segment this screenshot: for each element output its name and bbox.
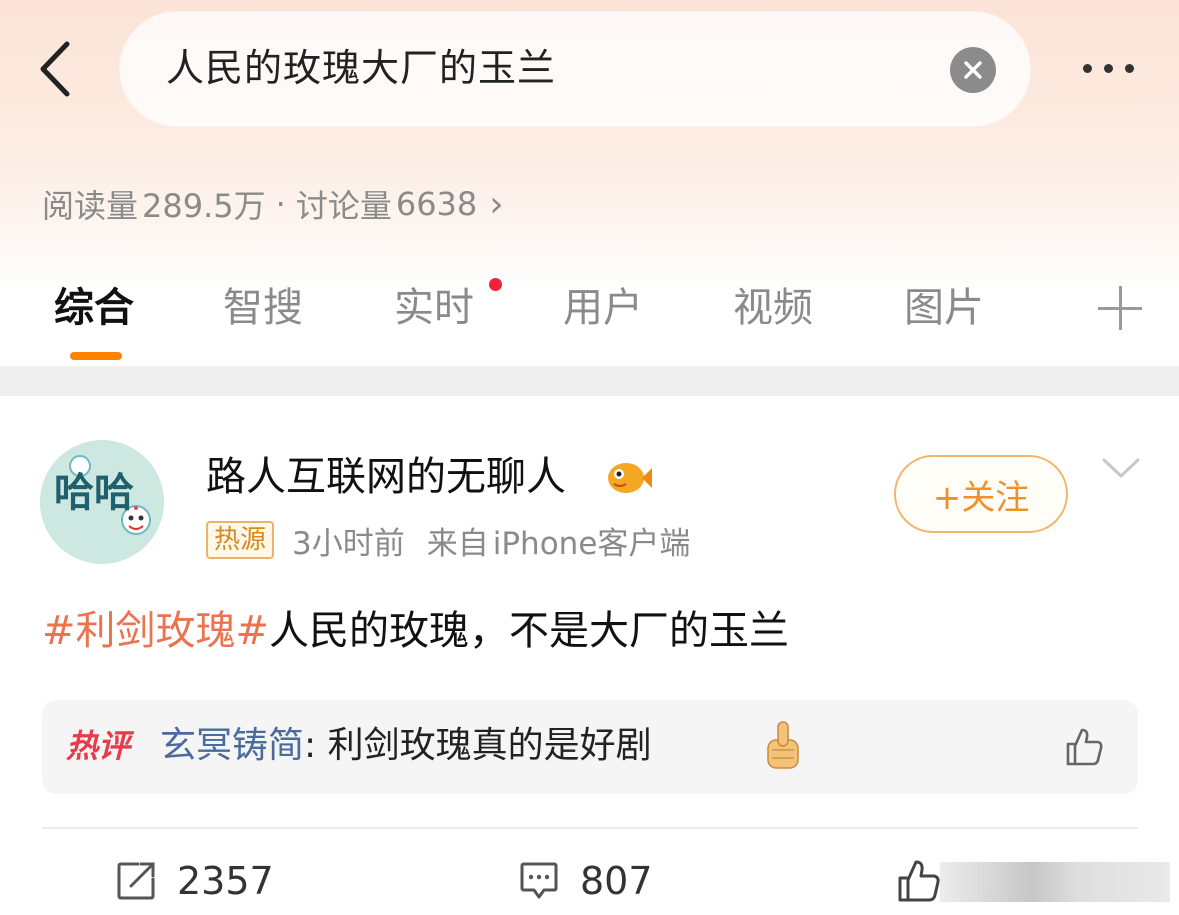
dot-icon — [1082, 63, 1092, 73]
topic-stats[interactable]: 阅读量 289.5万 · 讨论量 6638 › — [42, 182, 504, 226]
avatar[interactable]: 哈哈 — [40, 440, 164, 564]
thumbs-up-emoji-icon — [767, 721, 799, 769]
hot-comment-tag: 热评 — [66, 727, 131, 765]
avatar-image: 哈哈 — [40, 440, 164, 564]
search-bar[interactable]: 人民的玫瑰大厂的玉兰 — [120, 12, 1030, 126]
more-options-button[interactable] — [1068, 48, 1148, 88]
tab-smart-search[interactable]: 智搜 — [223, 282, 303, 334]
device-source: iPhone客户端 — [492, 525, 691, 562]
action-bar-divider — [42, 827, 1138, 829]
chevron-right-icon: › — [489, 183, 504, 225]
dot-icon — [1103, 63, 1113, 73]
dot-icon — [1124, 63, 1134, 73]
stats-separator: · — [275, 185, 286, 223]
new-content-dot — [489, 278, 502, 291]
from-prefix: 来自 — [426, 525, 489, 562]
back-button[interactable] — [28, 38, 80, 100]
hot-comment[interactable]: 热评 玄冥铸简: 利剑玫瑰真的是好剧 — [42, 700, 1138, 794]
tab-videos[interactable]: 视频 — [733, 282, 813, 334]
comment-text: 利剑玫瑰真的是好剧 — [327, 725, 652, 766]
avatar-text: 哈哈 — [54, 470, 134, 516]
read-value: 289.5万 — [142, 187, 266, 225]
add-tab-button[interactable] — [1098, 286, 1142, 330]
comment-icon — [520, 862, 558, 899]
vip-fish-icon — [608, 463, 652, 493]
tab-images[interactable]: 图片 — [904, 282, 984, 334]
follow-button[interactable]: +关注 — [894, 455, 1068, 533]
chevron-left-icon — [40, 41, 70, 97]
like-icon — [898, 860, 940, 902]
repost-count: 2357 — [177, 859, 274, 903]
commenter-name[interactable]: 玄冥铸简 — [160, 725, 304, 766]
clear-search-button[interactable] — [950, 47, 996, 93]
search-query[interactable]: 人民的玫瑰大厂的玉兰 — [166, 42, 556, 94]
post-body: #利剑玫瑰#人民的玫瑰，不是大厂的玉兰 — [42, 604, 789, 658]
repost-icon — [117, 862, 155, 900]
chevron-down-icon[interactable] — [1100, 452, 1142, 482]
post-content: 人民的玫瑰，不是大厂的玉兰 — [269, 608, 790, 654]
tab-users[interactable]: 用户 — [563, 282, 643, 334]
comment-button[interactable]: 807 — [518, 855, 653, 907]
tab-realtime[interactable]: 实时 — [394, 282, 474, 334]
watermark-blur — [940, 862, 1170, 902]
repost-button[interactable]: 2357 — [115, 855, 274, 907]
section-divider — [0, 366, 1179, 396]
close-icon — [964, 61, 982, 79]
comment-count: 807 — [580, 859, 653, 903]
read-label: 阅读量 — [42, 187, 139, 225]
post-meta: 热源 3小时前 来自 iPhone客户端 — [206, 518, 690, 562]
tab-comprehensive[interactable]: 综合 — [54, 282, 134, 334]
source-badge: 热源 — [206, 521, 275, 559]
topic-link[interactable]: #利剑玫瑰# — [42, 608, 269, 654]
hot-comment-line: 玄冥铸简: 利剑玫瑰真的是好剧 — [160, 720, 652, 772]
discuss-value: 6638 — [395, 185, 478, 223]
like-outline-icon[interactable] — [1062, 724, 1106, 768]
post-time: 3小时前 — [292, 525, 405, 562]
tab-bar: 综合 智搜 实时 用户 视频 图片 — [0, 270, 1179, 365]
discuss-label: 讨论量 — [295, 187, 392, 225]
comment-separator: : — [304, 725, 328, 766]
active-tab-indicator — [70, 352, 122, 360]
author-name[interactable]: 路人互联网的无聊人 — [206, 452, 566, 502]
